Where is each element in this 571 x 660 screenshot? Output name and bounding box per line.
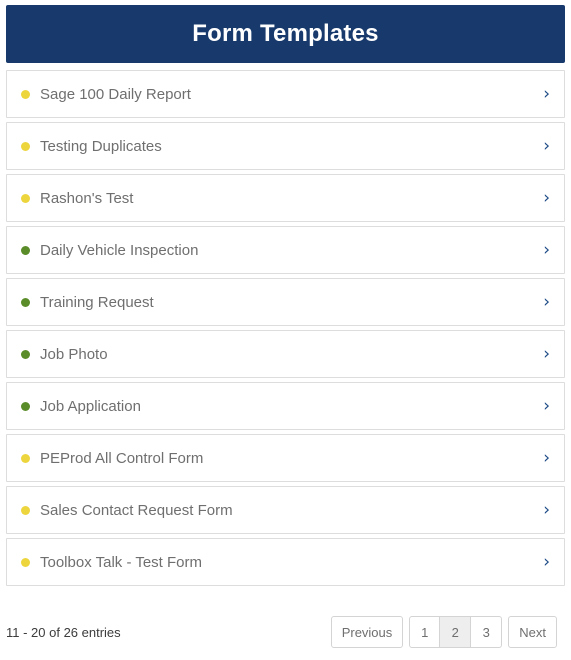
status-dot-icon <box>21 245 30 255</box>
list-item[interactable]: Job Photo › <box>6 330 565 378</box>
status-dot-icon <box>21 505 30 515</box>
list-item-label: Sage 100 Daily Report <box>40 86 191 102</box>
pagination-page-numbers: 123 <box>409 616 503 648</box>
list-item[interactable]: Testing Duplicates › <box>6 122 565 170</box>
chevron-right-icon[interactable]: › <box>535 85 550 103</box>
list-item[interactable]: Sales Contact Request Form › <box>6 486 565 534</box>
chevron-right-icon[interactable]: › <box>535 501 550 519</box>
status-dot-icon <box>21 193 30 203</box>
form-templates-list: Sage 100 Daily Report › Testing Duplicates… <box>6 70 565 586</box>
list-item[interactable]: Daily Vehicle Inspection › <box>6 226 565 274</box>
list-item-label: Sales Contact Request Form <box>40 502 233 518</box>
chevron-right-icon[interactable]: › <box>535 449 550 467</box>
status-dot-icon <box>21 401 30 411</box>
list-item[interactable]: Toolbox Talk - Test Form › <box>6 538 565 586</box>
list-item[interactable]: Job Application › <box>6 382 565 430</box>
list-item[interactable]: Training Request › <box>6 278 565 326</box>
list-item-label: Job Application <box>40 398 141 414</box>
list-item-label: Daily Vehicle Inspection <box>40 242 199 258</box>
chevron-right-icon[interactable]: › <box>535 397 550 415</box>
pagination-page-2[interactable]: 2 <box>440 616 472 648</box>
status-dot-icon <box>21 297 30 307</box>
list-item[interactable]: Rashon's Test › <box>6 174 565 222</box>
status-dot-icon <box>21 349 30 359</box>
pagination-next-button[interactable]: Next <box>508 616 557 648</box>
status-dot-icon <box>21 89 30 99</box>
pagination-previous-button[interactable]: Previous <box>330 616 404 648</box>
page-title: Form Templates <box>192 20 379 47</box>
list-item[interactable]: Sage 100 Daily Report › <box>6 70 565 118</box>
list-item[interactable]: PEProd All Control Form › <box>6 434 565 482</box>
list-item-label: Job Photo <box>40 346 108 362</box>
pagination: Previous 123 Next <box>325 616 563 648</box>
status-dot-icon <box>21 453 30 463</box>
list-item-label: PEProd All Control Form <box>40 450 204 466</box>
panel-header: Form Templates <box>6 5 565 63</box>
chevron-right-icon[interactable]: › <box>535 189 550 207</box>
chevron-right-icon[interactable]: › <box>535 553 550 571</box>
status-dot-icon <box>21 141 30 151</box>
pagination-page-1[interactable]: 1 <box>409 616 441 648</box>
list-item-label: Training Request <box>40 294 154 310</box>
chevron-right-icon[interactable]: › <box>535 137 550 155</box>
form-templates-panel: Form Templates Sage 100 Daily Report › Tes… <box>0 5 571 660</box>
table-footer: 11 - 20 of 26 entries Previous 123 Next <box>0 612 571 652</box>
chevron-right-icon[interactable]: › <box>535 345 550 363</box>
chevron-right-icon[interactable]: › <box>535 241 550 259</box>
list-item-label: Toolbox Talk - Test Form <box>40 554 203 570</box>
list-item-label: Testing Duplicates <box>40 138 162 154</box>
status-dot-icon <box>21 557 30 567</box>
chevron-right-icon[interactable]: › <box>535 293 550 311</box>
pagination-page-3[interactable]: 3 <box>471 616 503 648</box>
list-item-label: Rashon's Test <box>40 190 134 206</box>
entries-info: 11 - 20 of 26 entries <box>6 624 121 640</box>
